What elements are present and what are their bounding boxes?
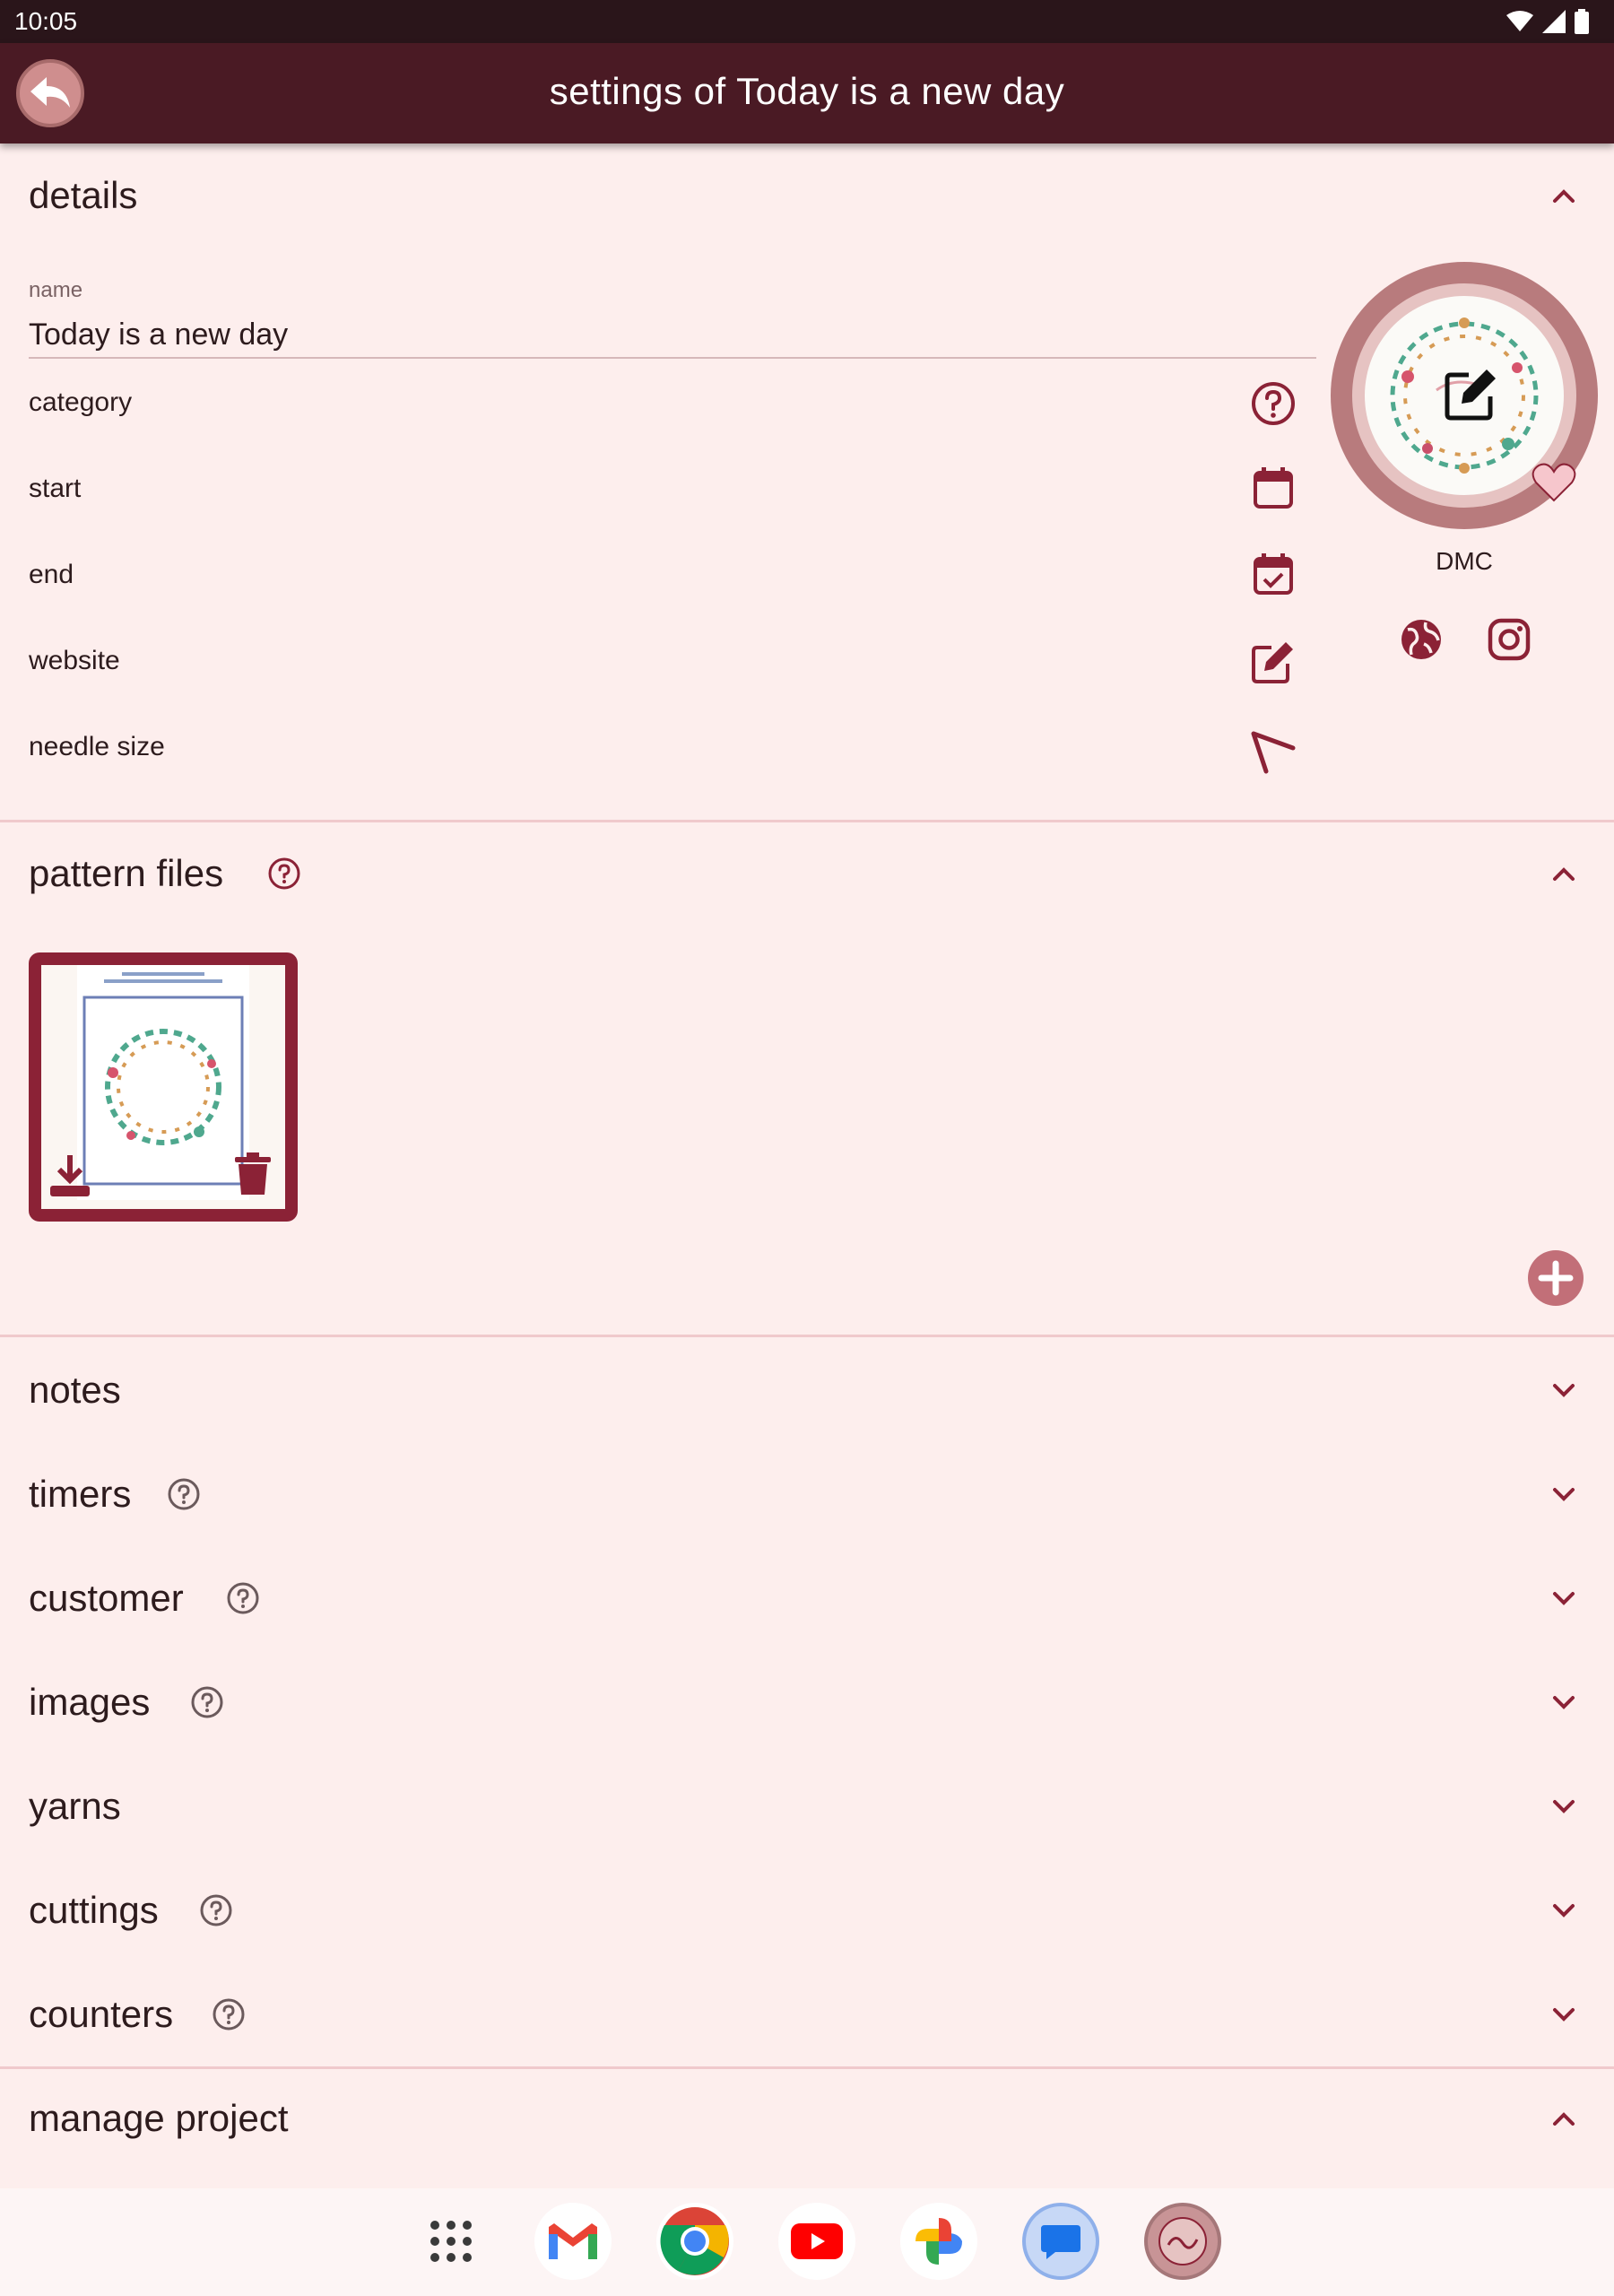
signal-icon	[1542, 10, 1566, 33]
help-icon[interactable]	[167, 1477, 201, 1511]
status-icons	[1506, 9, 1589, 34]
plus-icon	[1538, 1260, 1574, 1296]
chevron-down-icon[interactable]	[1548, 1894, 1580, 1926]
website-label[interactable]: website	[29, 646, 120, 676]
app-dock	[412, 2203, 1266, 2280]
trash-icon[interactable]	[233, 1152, 273, 1196]
chevron-up-icon[interactable]	[1548, 857, 1580, 890]
calendar-icon[interactable]	[1250, 465, 1297, 511]
help-icon[interactable]	[267, 857, 301, 891]
chevron-down-icon[interactable]	[1548, 1686, 1580, 1718]
chevron-down-icon[interactable]	[1548, 1790, 1580, 1822]
wifi-icon	[1506, 11, 1533, 31]
calendar-check-icon[interactable]	[1250, 551, 1297, 597]
status-bar: 10:05	[0, 0, 1614, 43]
pattern-file-thumbnail[interactable]	[29, 952, 298, 1222]
section-title-pattern-files[interactable]: pattern files	[29, 852, 223, 895]
section-divider	[0, 1335, 1614, 1337]
section-title-notes[interactable]: notes	[29, 1369, 121, 1412]
app-bar: settings of Today is a new day	[0, 43, 1614, 144]
section-divider	[0, 820, 1614, 822]
section-title-timers[interactable]: timers	[29, 1473, 131, 1516]
help-icon[interactable]	[226, 1581, 260, 1615]
battery-icon	[1575, 9, 1589, 34]
help-icon[interactable]	[199, 1893, 233, 1927]
brand-label: DMC	[1436, 547, 1493, 575]
gmail-icon[interactable]	[534, 2203, 612, 2280]
section-title-customer[interactable]: customer	[29, 1577, 184, 1620]
name-field-caption: name	[29, 278, 83, 302]
section-title-manage-project[interactable]: manage project	[29, 2097, 289, 2140]
section-title-cuttings[interactable]: cuttings	[29, 1889, 159, 1932]
section-title-yarns[interactable]: yarns	[29, 1785, 121, 1828]
pattern-file-preview	[41, 965, 285, 1209]
end-label[interactable]: end	[29, 560, 74, 590]
chevron-down-icon[interactable]	[1548, 1374, 1580, 1406]
chevron-down-icon[interactable]	[1548, 1582, 1580, 1614]
section-divider	[0, 2066, 1614, 2069]
name-field-underline	[29, 357, 1316, 359]
section-title-images[interactable]: images	[29, 1681, 150, 1724]
start-label[interactable]: start	[29, 474, 81, 504]
needle-size-label[interactable]: needle size	[29, 732, 165, 762]
needle-icon[interactable]	[1250, 730, 1297, 777]
help-icon[interactable]	[190, 1685, 224, 1719]
category-label[interactable]: category	[29, 387, 132, 418]
chevron-down-icon[interactable]	[1548, 1478, 1580, 1510]
messages-icon[interactable]	[1022, 2203, 1099, 2280]
photos-icon[interactable]	[900, 2203, 977, 2280]
edit-icon[interactable]	[1250, 639, 1297, 685]
favorite-heart-icon[interactable]	[1532, 461, 1576, 502]
add-pattern-file-button[interactable]	[1528, 1250, 1584, 1306]
question-circle-icon[interactable]	[1250, 380, 1297, 427]
app-drawer-icon[interactable]	[412, 2203, 490, 2280]
edit-image-icon[interactable]	[1444, 368, 1497, 422]
chevron-up-icon[interactable]	[1548, 179, 1580, 212]
download-icon[interactable]	[47, 1153, 93, 1198]
section-title-details[interactable]: details	[29, 174, 137, 217]
globe-icon[interactable]	[1399, 617, 1444, 662]
status-time: 10:05	[14, 7, 78, 35]
page-title: settings of Today is a new day	[549, 70, 1065, 112]
chrome-icon[interactable]	[656, 2203, 733, 2280]
help-icon[interactable]	[212, 1997, 246, 2031]
chevron-down-icon[interactable]	[1548, 1998, 1580, 2031]
instagram-icon[interactable]	[1487, 617, 1532, 662]
youtube-icon[interactable]	[778, 2203, 855, 2280]
name-field[interactable]: Today is a new day	[29, 317, 288, 352]
chevron-up-icon[interactable]	[1548, 2102, 1580, 2135]
project-stitch-icon[interactable]	[1144, 2203, 1221, 2280]
section-title-counters[interactable]: counters	[29, 1993, 173, 2036]
